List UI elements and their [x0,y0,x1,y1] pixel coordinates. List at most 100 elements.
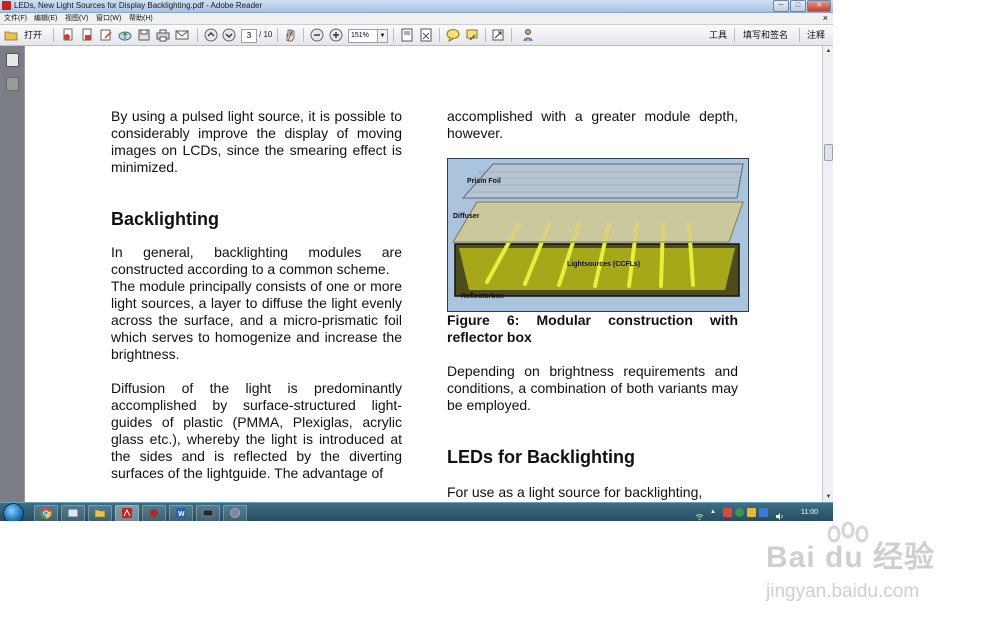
comment-link[interactable]: 注释 [807,25,825,45]
label-prism-foil: Prism Foil [467,178,501,185]
window-controls: ─ □ ✕ [773,0,831,12]
right-column: accomplished with a greater module depth… [447,108,738,142]
toolbar-separator [511,28,512,42]
figure-modular-construction: Prism Foil Diffuser Lightsources (CCFLs)… [447,158,749,312]
zoom-level-select[interactable]: 151% ▼ [348,29,388,43]
fit-width-icon[interactable] [419,28,433,42]
close-document-button[interactable]: × [823,13,828,24]
game-taskbar-icon[interactable] [196,505,220,521]
adobe-reader-icon [2,1,11,10]
paragraph: For use as a light source for backlighti… [447,484,703,500]
folder-taskbar-icon[interactable] [88,505,112,521]
menu-edit[interactable]: 编辑(E) [34,13,57,24]
window-title: LEDs, New Light Sources for Display Back… [14,1,263,10]
wifi-icon[interactable] [695,508,704,521]
paragraph: Depending on brightness requirements and… [447,363,738,413]
toolbar-separator [197,28,198,42]
watermark-brand: Bai du 经验 [766,541,936,574]
edit-pdf-icon[interactable] [99,28,113,42]
label-diffuser: Diffuser [453,213,480,220]
figure-caption: Figure 6: Modular construction with refl… [447,312,738,345]
minimize-button[interactable]: ─ [773,0,789,12]
print-icon[interactable] [156,28,170,42]
media-taskbar-icon[interactable] [142,505,166,521]
scroll-up-icon[interactable]: ▲ [823,46,833,56]
tray-update-icon[interactable] [747,508,756,517]
tray-expand-icon[interactable]: ▲ [710,508,719,517]
baidu-jingyan-watermark: Bai du 经验 jingyan.baidu.com [760,522,960,607]
toolbar: 打开 3 / 10 151% ▼ 工具 填写和签名 注释 [0,25,833,46]
page-thumbnails-icon[interactable] [6,53,19,67]
adobe-reader-window: LEDs, New Light Sources for Display Back… [0,0,833,521]
right-column-heading: LEDs for Backlighting [447,446,738,468]
heading-leds-for-backlighting: LEDs for Backlighting [447,447,636,467]
page-number-input[interactable]: 3 [241,29,257,43]
clock[interactable]: 11:00 [801,503,818,521]
left-column: By using a pulsed light source, it is po… [111,108,402,176]
volume-icon[interactable] [775,508,784,520]
windows-taskbar: W ▲ 11:00 [0,502,833,521]
label-reflectorbox: Reflectorbox [461,293,504,300]
paragraph: By using a pulsed light source, it is po… [111,108,402,175]
next-page-icon[interactable] [222,28,236,42]
close-button[interactable]: ✕ [807,0,831,12]
menu-bar: 文件(F) 编辑(E) 视图(V) 窗口(W) 帮助(H) × [0,13,833,25]
chevron-down-icon[interactable]: ▼ [377,30,387,42]
zoom-in-icon[interactable] [329,28,343,42]
paragraph: accomplished with a greater module depth… [447,108,738,141]
right-column-body: Depending on brightness requirements and… [447,363,738,414]
svg-text:W: W [178,511,185,518]
adobe-reader-taskbar-icon[interactable] [115,505,139,521]
previous-page-icon[interactable] [204,28,218,42]
toolbar-separator [439,28,440,42]
start-button[interactable] [3,503,24,521]
tools-link[interactable]: 工具 [709,25,727,45]
scroll-thumb[interactable] [824,144,833,161]
paragraph: In general, backlighting modules are con… [111,244,402,277]
read-aloud-icon[interactable] [521,28,535,42]
zoom-level-value: 151% [351,32,369,39]
page-total: / 10 [259,30,273,39]
tray-network-icon[interactable] [759,508,768,517]
open-button[interactable]: 打开 [24,25,42,45]
scroll-down-icon[interactable]: ▼ [823,492,833,502]
toolbar-separator [485,28,486,42]
tray-app-icon[interactable] [723,508,732,517]
toolbar-separator [734,28,735,42]
system-tray: ▲ 11:00 [690,503,833,521]
menu-view[interactable]: 视图(V) [65,13,88,24]
vertical-scrollbar[interactable]: ▲ ▼ [822,46,833,502]
label-lightsources: Lightsources (CCFLs) [567,261,640,268]
comment-icon[interactable] [446,28,460,42]
explorer-taskbar-icon[interactable] [61,505,85,521]
left-column-heading: Backlighting [111,208,402,230]
fit-page-icon[interactable] [400,28,414,42]
open-folder-icon[interactable] [4,28,18,42]
maximize-button[interactable]: □ [790,0,806,12]
tray-security-icon[interactable] [735,508,744,517]
create-pdf-icon[interactable] [61,28,75,42]
menu-file[interactable]: 文件(F) [4,13,27,24]
save-icon[interactable] [137,28,151,42]
menu-help[interactable]: 帮助(H) [129,13,153,24]
paragraph: The module principally consists of one o… [111,278,402,362]
attachments-icon[interactable] [6,77,19,91]
expand-icon[interactable] [491,28,505,42]
highlight-icon[interactable] [465,28,479,42]
hand-tool-icon[interactable] [283,28,297,42]
watermark-url: jingyan.baidu.com [766,581,920,602]
heading-backlighting: Backlighting [111,209,220,229]
word-taskbar-icon[interactable]: W [169,505,193,521]
zoom-out-icon[interactable] [310,28,324,42]
app-taskbar-icon[interactable] [223,505,247,521]
chrome-taskbar-icon[interactable] [34,505,58,521]
toolbar-separator [303,28,304,42]
export-pdf-icon[interactable] [80,28,94,42]
menu-window[interactable]: 窗口(W) [96,13,121,24]
left-column-body: In general, backlighting modules are con… [111,244,402,482]
upload-cloud-icon[interactable] [118,28,132,42]
document-view: By using a pulsed light source, it is po… [24,46,823,502]
navigation-pane [0,46,24,502]
email-icon[interactable] [175,28,189,42]
fill-and-sign-link[interactable]: 填写和签名 [743,25,788,45]
